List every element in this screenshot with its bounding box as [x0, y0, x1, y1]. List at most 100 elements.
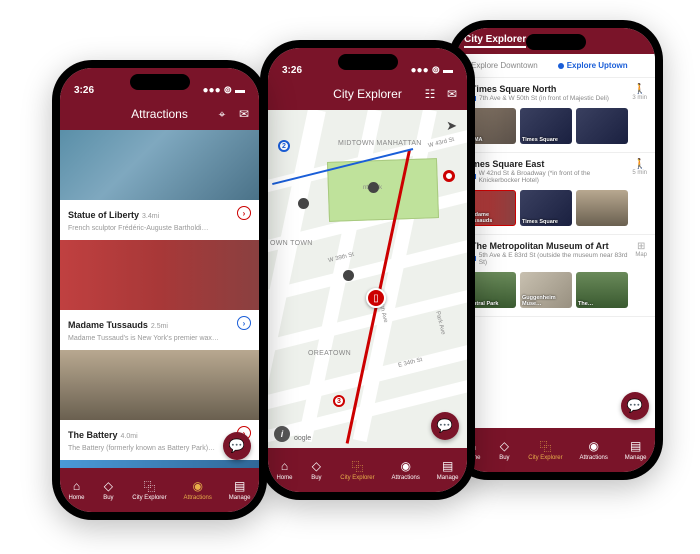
poi-pin[interactable] [298, 198, 309, 209]
label-ave: Park Ave [434, 311, 446, 336]
chat-icon: 💬 [229, 438, 245, 454]
stop-pin-3[interactable]: 3 [333, 395, 345, 407]
label-koreatown: OREATOWN [308, 350, 351, 357]
mail-icon[interactable]: ✉ [445, 87, 459, 101]
chat-icon: 💬 [627, 398, 643, 414]
ticket-icon: ◇ [497, 439, 511, 453]
tab-city-explorer[interactable]: ⿻City Explorer [340, 459, 374, 481]
notch [526, 34, 586, 50]
attraction-card[interactable]: Statue of Liberty3.4mi French sculptor F… [60, 130, 259, 240]
notch [130, 74, 190, 90]
tab-attractions[interactable]: ◉Attractions [392, 459, 420, 481]
tab-bar: ⌂Home ◇Buy ⿻City Explorer ◉Attractions ▤… [60, 468, 259, 512]
thumb-extra[interactable] [576, 190, 628, 226]
stop-title: Times Square North [471, 84, 627, 94]
header-title: Attractions [131, 107, 188, 121]
header: City Explorer ☷ ✉ [268, 78, 467, 110]
map-info-btn[interactable]: i [274, 426, 290, 442]
thumb-guggenheim[interactable]: Guggenheim Muse… [520, 272, 572, 308]
tab-city-explorer[interactable]: ⿻City Explorer [528, 439, 562, 461]
walk-time: 🚶3 min [632, 84, 647, 101]
chat-fab[interactable]: 💬 [223, 432, 251, 460]
header: Attractions ⌖ ✉ [60, 98, 259, 130]
tab-buy[interactable]: ◇Buy [309, 459, 323, 481]
map-icon: ⿻ [350, 459, 364, 473]
tab-buy[interactable]: ◇Buy [497, 439, 511, 461]
bus-marker[interactable]: ▯ [366, 288, 386, 308]
qr-icon: ▤ [441, 459, 455, 473]
location-dot[interactable] [443, 170, 455, 182]
qr-icon: ▤ [629, 439, 643, 453]
phone-map: 3:26 ●●● ⊚ ▬ City Explorer ☷ ✉ [260, 40, 475, 500]
map-link[interactable]: ⊞Map [635, 241, 647, 258]
attraction-card[interactable] [60, 460, 259, 468]
camera-icon: ◉ [191, 479, 205, 493]
map-view[interactable]: MIDTOWN MANHATTAN OREATOWN OWN TOWN nt P… [268, 110, 467, 448]
poi-pin[interactable] [343, 270, 354, 281]
attraction-card[interactable]: Madame Tussauds2.5mi Madame Tussaud's is… [60, 240, 259, 350]
stop-card[interactable]: 11 Times Square North 7th Ave & W 50th S… [456, 78, 655, 153]
label-town: OWN TOWN [270, 240, 313, 247]
stop-address: W 42nd St & Broadway (*in front of the K… [479, 170, 628, 184]
route-toggle: Explore Downtown Explore Uptown [456, 54, 655, 78]
stop-card[interactable]: Times Square East W 42nd St & Broadway (… [456, 153, 655, 235]
bryant-park [327, 158, 439, 222]
subtab-city-explorer[interactable]: City Explorer [464, 34, 526, 48]
map-icon: ⿻ [142, 479, 156, 493]
locate-me-icon[interactable]: ➤ [446, 118, 457, 134]
route-uptown[interactable]: Explore Uptown [558, 61, 628, 70]
home-icon: ⌂ [277, 459, 291, 473]
tab-attractions[interactable]: ◉Attractions [184, 479, 212, 501]
attraction-title: Statue of Liberty [68, 210, 139, 220]
ticket-icon: ◇ [101, 479, 115, 493]
stage: City Explorer Routes Explore Downtown Ex… [0, 0, 700, 554]
tab-manage[interactable]: ▤Manage [437, 459, 459, 481]
tab-manage[interactable]: ▤Manage [229, 479, 251, 501]
stop-card[interactable]: 12 The Metropolitan Museum of Art 5th Av… [456, 235, 655, 317]
label-midtown: MIDTOWN MANHATTAN [338, 140, 422, 147]
attraction-distance: 2.5mi [151, 323, 168, 330]
tab-home[interactable]: ⌂Home [276, 459, 292, 481]
qr-icon: ▤ [233, 479, 247, 493]
stop-pin-2[interactable]: 2 [278, 140, 290, 152]
chevron-right-icon[interactable]: › [237, 316, 251, 330]
status-time: 3:26 [74, 85, 94, 96]
stop-title: The Metropolitan Museum of Art [471, 241, 630, 251]
poi-pin[interactable] [368, 182, 379, 193]
stops-list[interactable]: 11 Times Square North 7th Ave & W 50th S… [456, 78, 655, 428]
map-icon: ⿻ [538, 439, 552, 453]
thumb-extra[interactable]: The… [576, 272, 628, 308]
signal-icon: ●●● [410, 65, 428, 76]
mail-icon[interactable]: ✉ [237, 107, 251, 121]
thumb-times-square[interactable]: Times Square [520, 190, 572, 226]
status-time: 3:26 [282, 65, 302, 76]
tab-manage[interactable]: ▤Manage [625, 439, 647, 461]
attraction-image [60, 460, 259, 468]
tab-bar: ⌂Home ◇Buy ⿻City Explorer ◉Attractions ▤… [456, 428, 655, 472]
attraction-image [60, 240, 259, 310]
header-title: City Explorer [333, 87, 402, 101]
tab-attractions[interactable]: ◉Attractions [580, 439, 608, 461]
battery-icon: ▬ [443, 65, 453, 76]
chevron-right-icon[interactable]: › [237, 206, 251, 220]
attraction-image [60, 130, 259, 200]
tab-home[interactable]: ⌂Home [68, 479, 84, 501]
wifi-icon: ⊚ [224, 85, 232, 96]
map-icon: ⊞ [635, 241, 647, 252]
tab-buy[interactable]: ◇Buy [101, 479, 115, 501]
chat-fab[interactable]: 💬 [431, 412, 459, 440]
walk-icon: 🚶 [632, 159, 647, 170]
thumb-extra[interactable] [576, 108, 628, 144]
attractions-list[interactable]: Statue of Liberty3.4mi French sculptor F… [60, 130, 259, 468]
wifi-icon: ⊚ [432, 65, 440, 76]
routes-icon[interactable]: ☷ [423, 87, 437, 101]
attraction-desc: Madame Tussaud's is New York's premier w… [68, 335, 251, 342]
chat-icon: 💬 [437, 418, 453, 434]
locate-icon[interactable]: ⌖ [215, 107, 229, 121]
thumb-times-square[interactable]: Times Square [520, 108, 572, 144]
attraction-title: Madame Tussauds [68, 320, 148, 330]
chat-fab[interactable]: 💬 [621, 392, 649, 420]
tab-city-explorer[interactable]: ⿻City Explorer [132, 479, 166, 501]
battery-icon: ▬ [235, 85, 245, 96]
phone-attractions: 3:26 ●●● ⊚ ▬ Attractions ⌖ ✉ Statue [52, 60, 267, 520]
